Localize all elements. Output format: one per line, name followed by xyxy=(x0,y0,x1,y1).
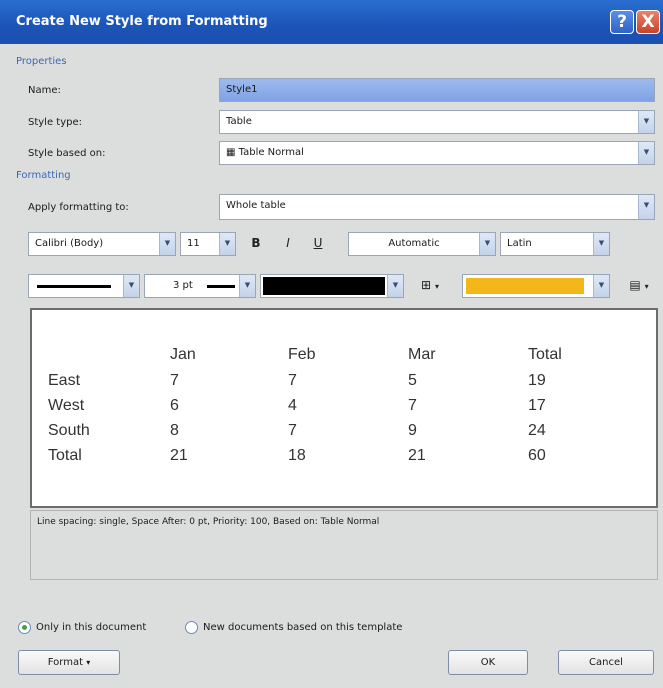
name-value: Style1 xyxy=(226,84,258,95)
only-this-document-radio[interactable] xyxy=(18,621,31,634)
cell-alignment-button[interactable]: ▤ ▾ xyxy=(622,278,656,292)
preview-cell: 7 xyxy=(170,372,179,389)
style-based-value: Table Normal xyxy=(238,147,304,158)
preview-cell: 24 xyxy=(528,422,546,439)
borders-button[interactable]: ⊞ ▾ xyxy=(412,278,448,292)
ok-button[interactable]: OK xyxy=(448,650,528,675)
preview-cell: 21 xyxy=(408,447,426,464)
cancel-button[interactable]: Cancel xyxy=(558,650,654,675)
new-documents-radio[interactable] xyxy=(185,621,198,634)
formatting-section-label: Formatting xyxy=(16,170,71,181)
chevron-down-icon: ▼ xyxy=(593,233,609,255)
preview-cell: West xyxy=(48,397,85,414)
help-icon[interactable]: ? xyxy=(610,10,634,34)
font-value: Calibri (Body) xyxy=(35,238,104,249)
style-based-label: Style based on: xyxy=(28,148,106,159)
style-type-label: Style type: xyxy=(28,117,83,128)
italic-button[interactable]: I xyxy=(280,236,296,250)
preview-cell: 17 xyxy=(528,397,546,414)
chevron-down-icon: ▼ xyxy=(479,233,495,255)
preview-cell: 21 xyxy=(170,447,188,464)
style-type-value: Table xyxy=(226,116,252,127)
window-title: Create New Style from Formatting xyxy=(16,14,268,29)
style-based-select[interactable]: ▦ Table Normal ▼ xyxy=(219,141,655,165)
chevron-down-icon: ▾ xyxy=(434,282,439,291)
chevron-down-icon: ▼ xyxy=(239,275,255,297)
close-icon[interactable]: X xyxy=(636,10,660,34)
line-weight-select[interactable]: 3 pt ▼ xyxy=(144,274,256,298)
chevron-down-icon: ▼ xyxy=(387,275,403,297)
preview-cell: South xyxy=(48,422,90,439)
preview-cell: 6 xyxy=(170,397,179,414)
preview-cell: 8 xyxy=(170,422,179,439)
underline-button[interactable]: U xyxy=(310,236,326,250)
chevron-down-icon: ▼ xyxy=(638,142,654,164)
chevron-down-icon: ▾ xyxy=(86,658,91,667)
shading-color-select[interactable]: ▼ xyxy=(462,274,610,298)
line-weight-value: 3 pt xyxy=(173,280,193,291)
font-size-value: 11 xyxy=(187,238,200,249)
language-select[interactable]: Latin ▼ xyxy=(500,232,610,256)
preview-header-feb: Feb xyxy=(288,346,316,363)
font-select[interactable]: Calibri (Body) ▼ xyxy=(28,232,176,256)
style-description-text: Line spacing: single, Space After: 0 pt,… xyxy=(37,517,380,527)
border-color-swatch xyxy=(263,277,385,295)
font-color-select[interactable]: Automatic ▼ xyxy=(348,232,496,256)
preview-cell: East xyxy=(48,372,81,389)
chevron-down-icon: ▼ xyxy=(638,195,654,219)
preview-cell: 4 xyxy=(288,397,297,414)
shading-color-swatch xyxy=(466,278,584,294)
apply-formatting-label: Apply formatting to: xyxy=(28,202,129,213)
preview-cell: 5 xyxy=(408,372,417,389)
chevron-down-icon: ▼ xyxy=(638,111,654,133)
font-size-select[interactable]: 11 ▼ xyxy=(180,232,236,256)
name-input[interactable]: Style1 xyxy=(219,78,655,102)
style-description: Line spacing: single, Space After: 0 pt,… xyxy=(30,510,658,580)
preview-header-jan: Jan xyxy=(170,346,196,363)
chevron-down-icon: ▼ xyxy=(159,233,175,255)
chevron-down-icon: ▼ xyxy=(593,275,609,297)
font-color-value: Automatic xyxy=(388,238,440,249)
border-color-select[interactable]: ▼ xyxy=(260,274,404,298)
preview-cell: 18 xyxy=(288,447,306,464)
preview-cell: 19 xyxy=(528,372,546,389)
borders-grid-icon: ⊞ xyxy=(421,278,432,292)
new-documents-label[interactable]: New documents based on this template xyxy=(203,622,402,633)
language-value: Latin xyxy=(507,238,532,249)
apply-formatting-value: Whole table xyxy=(226,200,286,211)
bold-button[interactable]: B xyxy=(248,236,264,250)
name-label: Name: xyxy=(28,85,61,96)
chevron-down-icon: ▼ xyxy=(219,233,235,255)
preview-cell: 60 xyxy=(528,447,546,464)
style-type-select[interactable]: Table ▼ xyxy=(219,110,655,134)
line-weight-swatch xyxy=(207,285,235,288)
preview-cell: 7 xyxy=(288,372,297,389)
format-button[interactable]: Format ▾ xyxy=(18,650,120,675)
preview-header-mar: Mar xyxy=(408,346,436,363)
chevron-down-icon: ▾ xyxy=(644,282,649,291)
title-bar: Create New Style from Formatting ? X xyxy=(0,0,663,44)
chevron-down-icon: ▼ xyxy=(123,275,139,297)
preview-cell: 7 xyxy=(408,397,417,414)
format-button-label: Format xyxy=(47,657,84,668)
table-style-icon: ▦ xyxy=(226,147,239,158)
preview-cell: Total xyxy=(48,447,82,464)
only-this-document-label[interactable]: Only in this document xyxy=(36,622,146,633)
preview-cell: 7 xyxy=(288,422,297,439)
apply-formatting-select[interactable]: Whole table ▼ xyxy=(219,194,655,220)
line-style-swatch xyxy=(37,285,111,288)
table-preview: Jan Feb Mar Total East 7 7 5 19 West 6 4… xyxy=(30,308,658,508)
preview-cell: 9 xyxy=(408,422,417,439)
preview-header-total: Total xyxy=(528,346,562,363)
alignment-icon: ▤ xyxy=(629,278,641,292)
line-style-select[interactable]: ▼ xyxy=(28,274,140,298)
properties-section-label: Properties xyxy=(16,56,67,67)
